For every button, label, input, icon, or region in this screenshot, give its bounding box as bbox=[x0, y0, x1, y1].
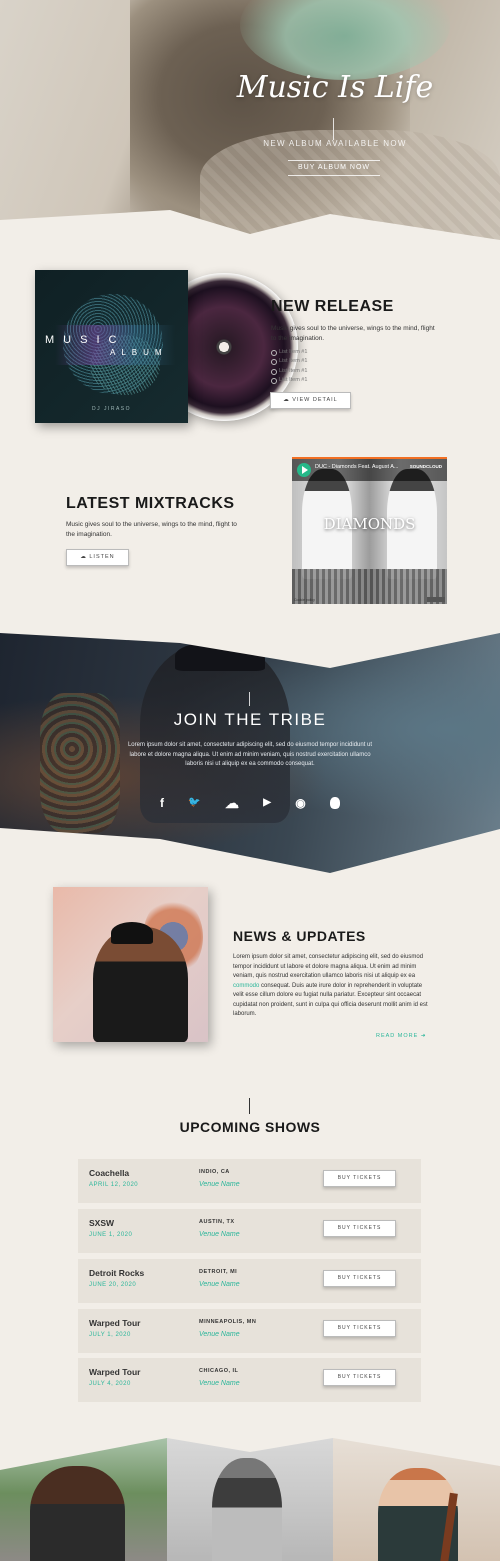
buy-tickets-button[interactable]: BUY TICKETS bbox=[323, 1220, 396, 1237]
show-city: AUSTIN, TX bbox=[199, 1219, 235, 1225]
listen-button[interactable]: ☁ LISTEN bbox=[66, 549, 129, 566]
news-body-link[interactable]: commodo bbox=[233, 983, 259, 989]
new-release-description: Music gives soul to the universe, wings … bbox=[271, 325, 435, 342]
show-row: Warped Tour JULY 1, 2020 MINNEAPOLIS, MN… bbox=[78, 1309, 421, 1353]
player-art-title: DIAMONDS bbox=[323, 515, 416, 533]
buy-album-button[interactable]: BUY ALBUM NOW bbox=[288, 160, 380, 176]
tribe-description: Lorem ipsum dolor sit amet, consectetur … bbox=[127, 742, 373, 767]
view-detail-button[interactable]: ☁ VIEW DETAIL bbox=[270, 392, 351, 409]
buy-tickets-button[interactable]: BUY TICKETS bbox=[323, 1369, 396, 1386]
show-venue: Venue Name bbox=[199, 1181, 240, 1188]
mixtracks-description: Music gives soul to the universe, wings … bbox=[66, 521, 237, 538]
soundcloud-logo[interactable]: SOUNDCLOUD bbox=[410, 464, 442, 469]
hero-section: Music Is Life NEW ALBUM AVAILABLE NOW BU… bbox=[0, 0, 500, 250]
list-item: List Item #1 bbox=[271, 357, 307, 366]
show-city: INDIO, CA bbox=[199, 1169, 230, 1175]
album-cover-subtitle: ALBUM bbox=[110, 348, 168, 357]
list-item: List Item #1 bbox=[271, 348, 307, 357]
news-photo-person bbox=[93, 927, 188, 1042]
show-date: JUNE 1, 2020 bbox=[89, 1232, 133, 1238]
album-cover-artist: DJ JIRASO bbox=[91, 406, 132, 412]
show-row: Warped Tour JULY 4, 2020 CHICAGO, IL Ven… bbox=[78, 1358, 421, 1402]
mixtracks-title: LATEST MIXTRACKS bbox=[66, 495, 235, 512]
news-body-text: consequat. Duis aute irure dolor in repr… bbox=[233, 982, 428, 1018]
tribe-divider bbox=[249, 692, 250, 706]
show-name: Warped Tour bbox=[89, 1318, 141, 1328]
show-name: SXSW bbox=[89, 1218, 115, 1228]
hero-bottom-shape bbox=[0, 210, 500, 250]
list-item: List Item #1 bbox=[271, 376, 307, 385]
show-city: CHICAGO, IL bbox=[199, 1368, 239, 1374]
show-venue: Venue Name bbox=[199, 1231, 240, 1238]
news-body: Lorem ipsum dolor sit amet, consectetur … bbox=[233, 953, 428, 1020]
read-more-link[interactable]: READ MORE ➜ bbox=[376, 1033, 426, 1039]
soundcloud-player[interactable]: DUC - Diamonds Feat. August A... SOUNDCL… bbox=[292, 457, 447, 604]
view-detail-label: VIEW DETAIL bbox=[292, 397, 338, 403]
list-item: List Item #1 bbox=[271, 367, 307, 376]
show-row: Detroit Rocks JUNE 20, 2020 DETROIT, MI … bbox=[78, 1259, 421, 1303]
hero-divider bbox=[333, 118, 334, 140]
hero-subtitle: NEW ALBUM AVAILABLE NOW bbox=[263, 139, 407, 148]
player-artwork-crowd bbox=[292, 569, 447, 604]
photo-gallery bbox=[0, 1438, 500, 1561]
shows-divider bbox=[249, 1098, 250, 1114]
show-city: MINNEAPOLIS, MN bbox=[199, 1319, 257, 1325]
play-icon[interactable] bbox=[297, 463, 311, 477]
news-photo bbox=[53, 887, 208, 1042]
social-links: f 🐦 ☁ ▶ ◉ bbox=[160, 795, 340, 811]
gallery-top-shape bbox=[0, 1438, 500, 1470]
player-header bbox=[292, 459, 447, 481]
show-name: Coachella bbox=[89, 1168, 130, 1178]
new-release-list: List Item #1 List Item #1 List Item #1 L… bbox=[271, 348, 307, 385]
news-photo-beanie bbox=[111, 922, 153, 944]
youtube-icon[interactable]: ▶ bbox=[263, 795, 271, 811]
twitter-icon[interactable]: 🐦 bbox=[188, 795, 200, 811]
player-track-title[interactable]: DUC - Diamonds Feat. August A... bbox=[315, 464, 410, 470]
soundcloud-icon[interactable]: ☁ bbox=[225, 795, 239, 811]
cookie-policy-link[interactable]: Cookie policy bbox=[294, 598, 315, 602]
album-cover: MUSIC ALBUM DJ JIRASO bbox=[35, 270, 188, 423]
show-venue: Venue Name bbox=[199, 1281, 240, 1288]
player-share-button[interactable] bbox=[427, 597, 445, 602]
show-venue: Venue Name bbox=[199, 1331, 240, 1338]
cloud-icon: ☁ bbox=[283, 397, 293, 403]
show-date: APRIL 12, 2020 bbox=[89, 1182, 139, 1188]
buy-tickets-button[interactable]: BUY TICKETS bbox=[323, 1320, 396, 1337]
show-name: Warped Tour bbox=[89, 1367, 141, 1377]
show-venue: Venue Name bbox=[199, 1380, 240, 1387]
shows-title: UPCOMING SHOWS bbox=[179, 1119, 321, 1135]
album-cover-title: MUSIC bbox=[45, 334, 126, 346]
news-body-text: Lorem ipsum dolor sit amet, consectetur … bbox=[233, 954, 424, 979]
listen-label: LISTEN bbox=[89, 554, 115, 560]
buy-tickets-button[interactable]: BUY TICKETS bbox=[323, 1270, 396, 1287]
show-date: JULY 4, 2020 bbox=[89, 1381, 131, 1387]
show-city: DETROIT, MI bbox=[199, 1269, 238, 1275]
show-row: Coachella APRIL 12, 2020 INDIO, CA Venue… bbox=[78, 1159, 421, 1203]
spotify-icon[interactable]: ◉ bbox=[295, 795, 305, 811]
buy-tickets-button[interactable]: BUY TICKETS bbox=[323, 1170, 396, 1187]
show-date: JUNE 20, 2020 bbox=[89, 1282, 137, 1288]
show-name: Detroit Rocks bbox=[89, 1268, 145, 1278]
news-title: NEWS & UPDATES bbox=[233, 928, 366, 944]
hero-title: Music Is Life bbox=[236, 70, 434, 105]
show-date: JULY 1, 2020 bbox=[89, 1332, 131, 1338]
apple-icon[interactable] bbox=[329, 797, 340, 809]
show-row: SXSW JUNE 1, 2020 AUSTIN, TX Venue Name … bbox=[78, 1209, 421, 1253]
facebook-icon[interactable]: f bbox=[160, 795, 164, 811]
new-release-title: NEW RELEASE bbox=[271, 298, 394, 315]
tribe-title: JOIN THE TRIBE bbox=[173, 710, 327, 729]
